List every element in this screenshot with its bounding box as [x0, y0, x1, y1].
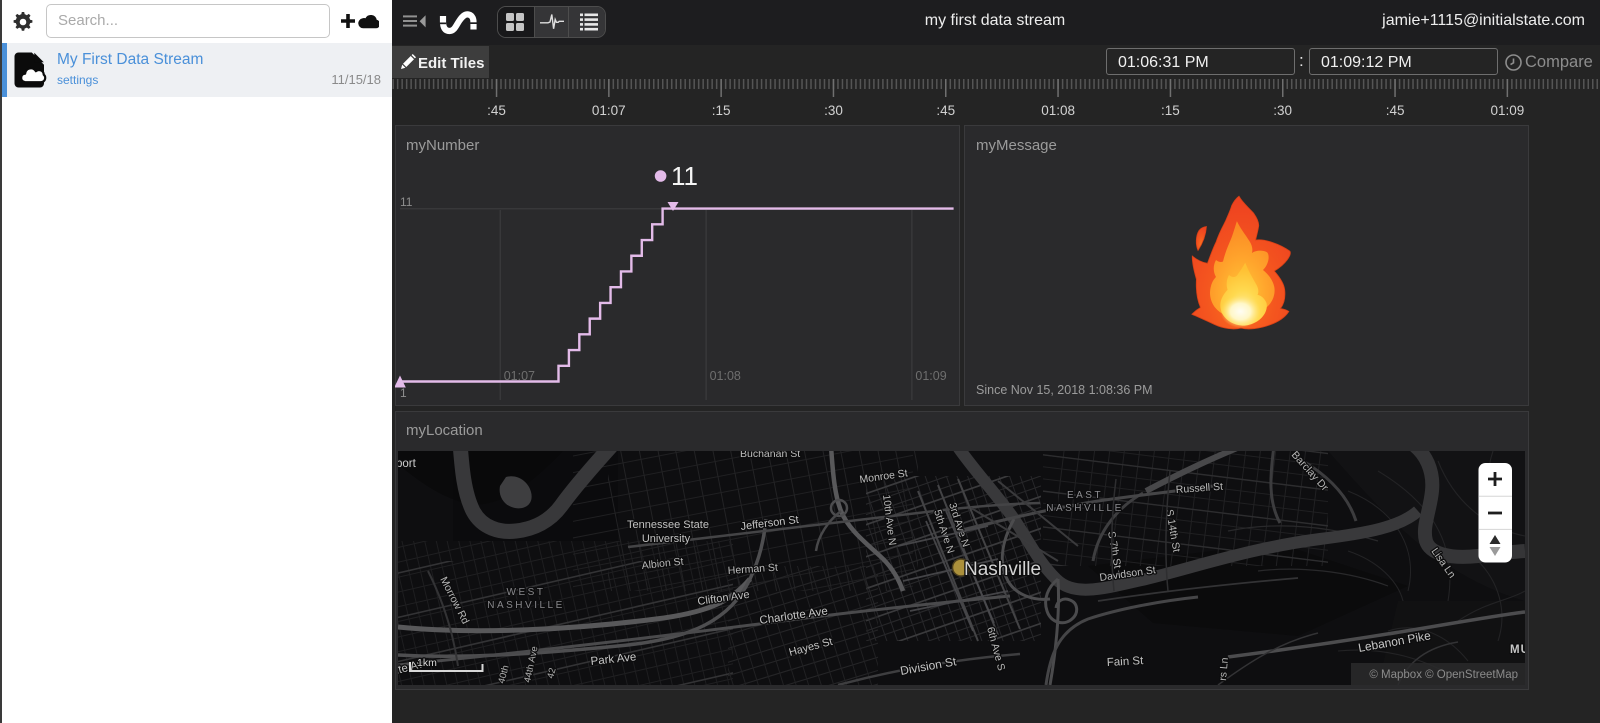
svg-text::15: :15	[1161, 103, 1180, 118]
svg-text:11: 11	[400, 195, 413, 209]
svg-text:1: 1	[400, 386, 407, 400]
svg-text:Buchanan St: Buchanan St	[740, 451, 800, 460]
svg-text:NASHVILLE: NASHVILLE	[487, 600, 565, 611]
svg-text:01:08: 01:08	[710, 369, 741, 383]
svg-text:© Mapbox © OpenStreetMap: © Mapbox © OpenStreetMap	[1369, 669, 1518, 681]
svg-text:01:09: 01:09	[1491, 103, 1525, 118]
svg-text:Fain St: Fain St	[1107, 655, 1145, 669]
svg-text:EAST: EAST	[1067, 490, 1103, 501]
svg-text::45: :45	[487, 103, 506, 118]
svg-text::15: :15	[712, 103, 731, 118]
svg-text:01:09: 01:09	[915, 369, 946, 383]
svg-text::30: :30	[1273, 103, 1292, 118]
svg-text:WEST: WEST	[507, 587, 546, 598]
svg-text::45: :45	[1386, 103, 1405, 118]
svg-text:rs Ln: rs Ln	[1217, 657, 1231, 681]
svg-text::30: :30	[824, 103, 843, 118]
svg-text:11: 11	[671, 161, 698, 191]
svg-text:Nashville: Nashville	[964, 559, 1041, 580]
svg-text:1km: 1km	[417, 657, 437, 669]
svg-text:Tennessee State: Tennessee State	[627, 519, 709, 531]
svg-text:01:08: 01:08	[1041, 103, 1075, 118]
svg-text:port: port	[398, 458, 417, 470]
svg-text:University: University	[642, 533, 691, 545]
svg-text:01:07: 01:07	[592, 103, 626, 118]
svg-text:MU: MU	[1510, 644, 1525, 656]
svg-text::45: :45	[936, 103, 955, 118]
